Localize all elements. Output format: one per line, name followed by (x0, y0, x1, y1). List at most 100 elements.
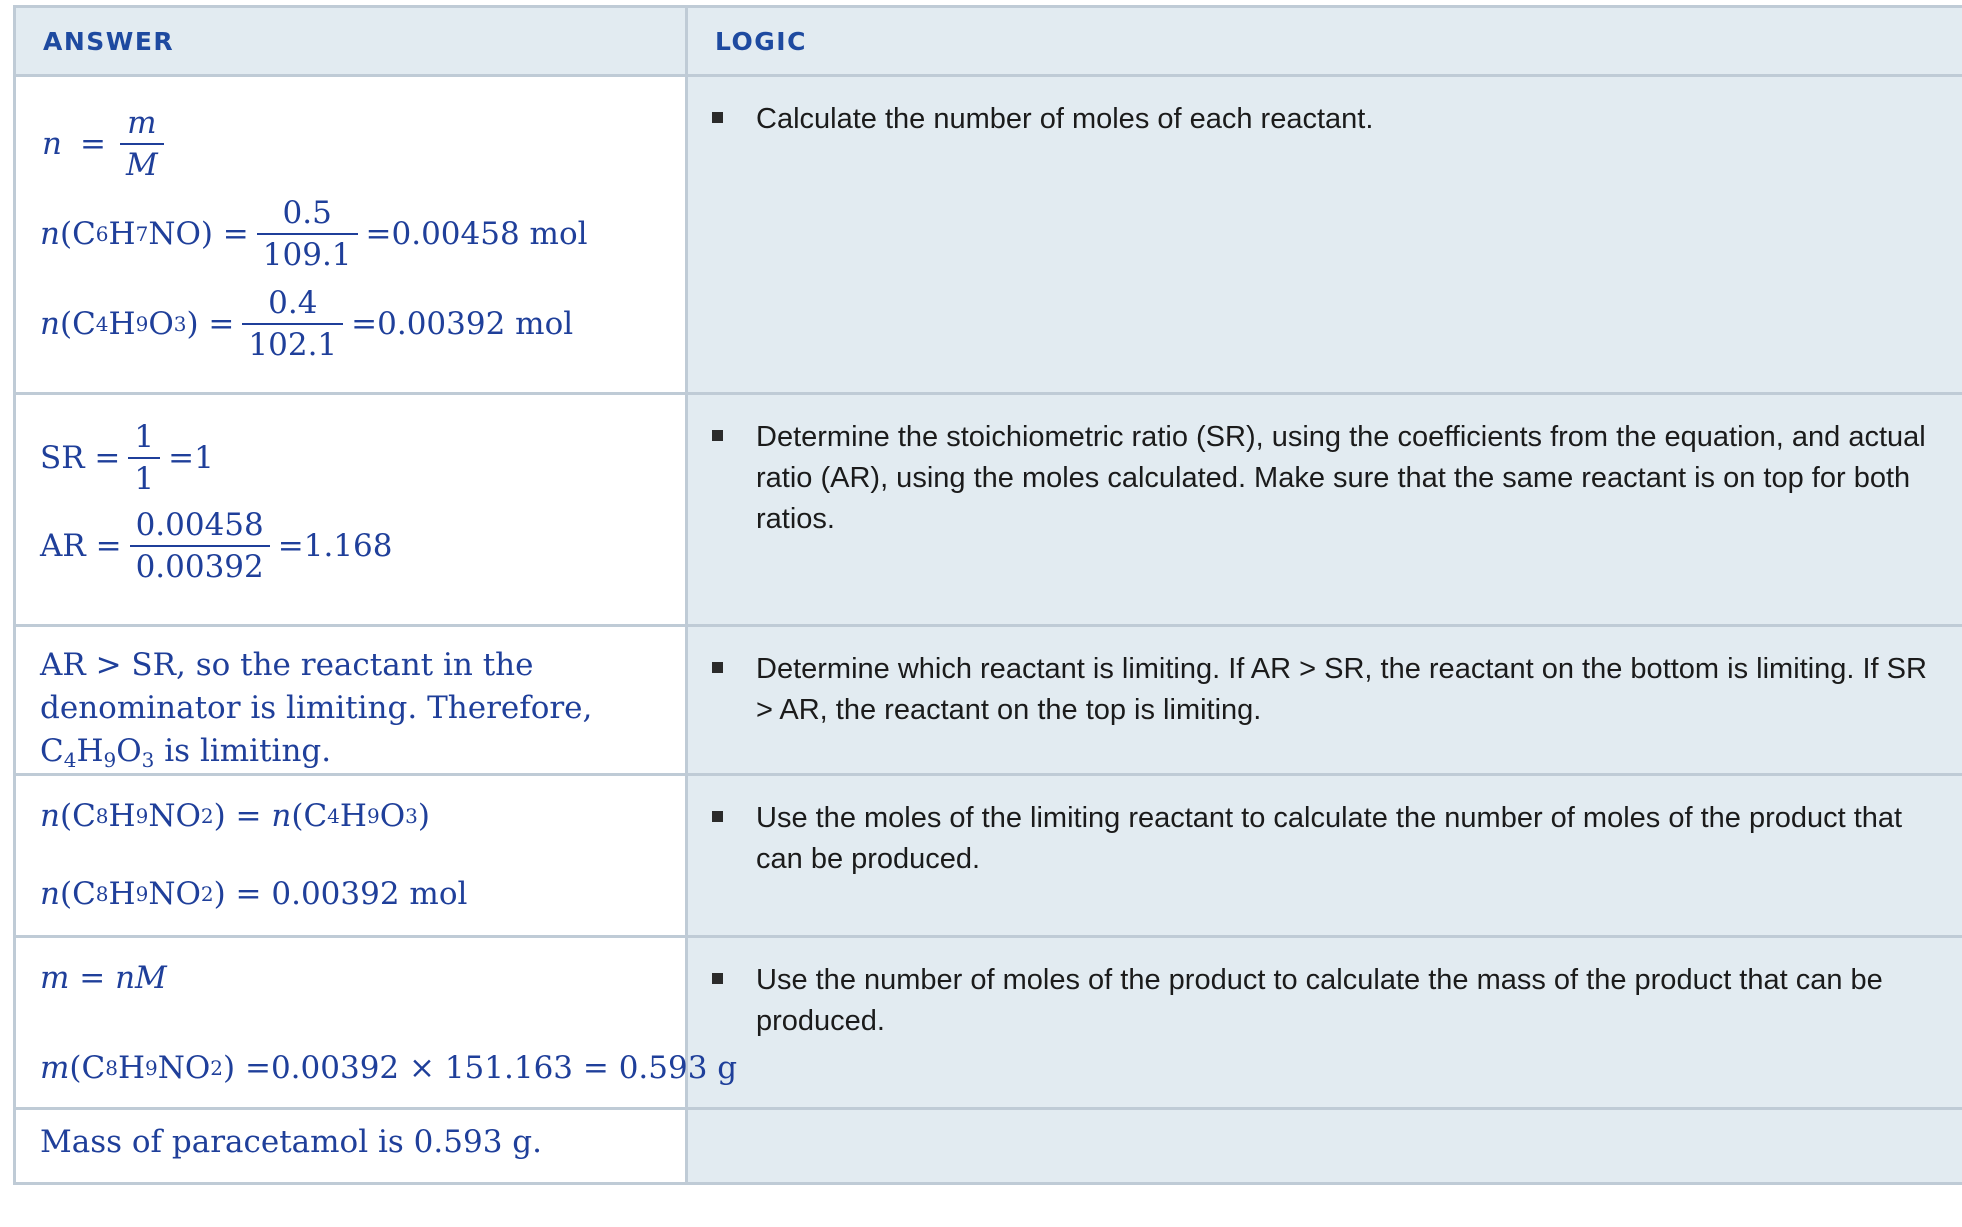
denominator: 102.1 (242, 323, 344, 365)
equation-term: NO (148, 876, 201, 912)
logic-cell: Calculate the number of moles of each re… (685, 74, 1962, 395)
equation-result: =1 (168, 440, 214, 476)
logic-cell: Use the moles of the limiting reactant t… (685, 773, 1962, 938)
logic-cell: Use the number of moles of the product t… (685, 935, 1962, 1110)
equation-line: n (C 8 H 9 NO 2) = n (C 4 H 9 O 3) (40, 798, 430, 834)
answer-cell: n (C 8 H 9 NO 2) = n (C 4 H 9 O 3) n (C 8 H 9 NO 2) = 0.00… (13, 773, 688, 938)
answer-text: AR > SR, so the reactant in the (40, 647, 534, 683)
bullet-item: Use the number of moles of the product t… (688, 938, 1962, 1042)
equation-term: H (108, 876, 136, 912)
logic-text: Use the number of moles of the product t… (756, 964, 1883, 1037)
equation-term: (C (291, 798, 328, 834)
numerator: 0.00458 (135, 507, 264, 543)
subscript: 3 (141, 748, 155, 772)
logic-text: Calculate the number of moles of each re… (756, 103, 1374, 135)
equation-term: SR = (40, 440, 121, 476)
table-row: n = m M n (C 6 H 7 NO) = 0.5 109.1 =0.00458 m… (13, 74, 1962, 395)
equation-term: H (117, 1050, 146, 1086)
equation-term: ) = (213, 798, 272, 834)
equation-term: H (108, 216, 136, 252)
answer-cell: Mass of paracetamol is 0.593 g. (13, 1107, 688, 1185)
denominator: M (119, 143, 164, 185)
equation-term: n (271, 798, 292, 834)
answer-text: denominator is limiting. Therefore, (40, 690, 593, 726)
numerator: m (127, 105, 157, 141)
numerator: 0.5 (282, 195, 332, 231)
logic-text: Determine the stoichiometric ratio (SR),… (756, 421, 1926, 535)
equation-term: (C (59, 798, 96, 834)
bullet-item: Use the moles of the limiting reactant t… (688, 776, 1962, 880)
equation-term: C (40, 733, 64, 769)
equation-term: H (108, 798, 136, 834)
bullet-item: Calculate the number of moles of each re… (688, 77, 1962, 140)
logic-cell: Determine the stoichiometric ratio (SR),… (685, 392, 1962, 627)
answer-cell: n = m M n (C 6 H 7 NO) = 0.5 109.1 =0.00458 m… (13, 74, 688, 395)
equation-line: n (C 8 H 9 NO 2) = 0.00392 mol (40, 876, 468, 912)
subscript: 4 (63, 748, 77, 772)
denominator: 109.1 (256, 233, 358, 275)
logic-text: Determine which reactant is limiting. If… (756, 653, 1927, 726)
bullet-icon (712, 811, 723, 822)
fraction: 0.4 102.1 (242, 283, 344, 365)
equation-term: ) =0.00392 × 151.163 = 0.593 g (223, 1050, 738, 1086)
bullet-item: Determine which reactant is limiting. If… (688, 627, 1962, 731)
equation-line: n (C 4 H 9 O 3) = 0.4 102.1 =0.00392 mol (40, 283, 574, 365)
equation-term: NO (157, 1050, 211, 1086)
table-row: AR > SR, so the reactant in the denomina… (13, 624, 1962, 776)
logic-text: Use the moles of the limiting reactant t… (756, 802, 1903, 875)
table-row: Mass of paracetamol is 0.593 g. (13, 1107, 1962, 1185)
equation-term: ) = 0.00392 mol (213, 876, 468, 912)
subscript: 9 (103, 748, 117, 772)
denominator: 1 (128, 457, 161, 499)
equation-term: H (76, 733, 104, 769)
answer-cell: SR = 1 1 =1 AR = 0.00458 0.00392 =1.168 (13, 392, 688, 627)
equation-term: n (40, 876, 60, 912)
logic-header: LOGIC (685, 5, 1962, 77)
equation-term: ) (417, 798, 430, 834)
equation-term: n (40, 798, 60, 834)
fraction: m M (119, 103, 164, 185)
answer-header: ANSWER (13, 5, 688, 77)
equation-result: =0.00392 mol (351, 306, 574, 342)
bullet-icon (712, 973, 723, 984)
equation-term: ) = (186, 306, 235, 342)
answer-paragraph: AR > SR, so the reactant in the denomina… (40, 627, 685, 773)
answer-cell: m = nM m (C 8 H 9 NO 2) =0.00392 × 151.163 = 0… (13, 935, 738, 1110)
equation-term: = (79, 126, 106, 162)
answer-text: Mass of paracetamol is 0.593 g. (40, 1124, 542, 1160)
equation-term: is limiting. (154, 733, 332, 769)
equation-term: (C (69, 1050, 106, 1086)
equation-term: O (379, 798, 406, 834)
denominator: 0.00392 (129, 545, 270, 587)
equation-line: m = nM (40, 960, 167, 996)
equation-term: H (339, 798, 367, 834)
equation-line: AR = 0.00458 0.00392 =1.168 (40, 505, 685, 587)
header-row: ANSWER LOGIC (13, 5, 1962, 77)
equation-term: n (40, 306, 60, 342)
equation-term: NO) = (148, 216, 249, 252)
equation-term: O (148, 306, 174, 342)
equation-result: =1.168 (277, 528, 393, 564)
numerator: 1 (134, 419, 155, 455)
equation-term: (C (59, 876, 96, 912)
equation-line: n = m M (40, 103, 685, 185)
answer-cell: AR > SR, so the reactant in the denomina… (13, 624, 688, 776)
equation-result: =0.00458 mol (365, 216, 588, 252)
table-row: n (C 8 H 9 NO 2) = n (C 4 H 9 O 3) n (C 8 H 9 NO 2) = 0.00… (13, 773, 1962, 938)
bullet-item: Determine the stoichiometric ratio (SR),… (688, 395, 1962, 540)
equation-term: NO (148, 798, 201, 834)
equation-term: O (116, 733, 142, 769)
equation-term: AR = (40, 528, 122, 564)
fraction: 1 1 (128, 417, 161, 499)
table-row: SR = 1 1 =1 AR = 0.00458 0.00392 =1.168 … (13, 392, 1962, 627)
fraction: 0.5 109.1 (256, 193, 358, 275)
fraction: 0.00458 0.00392 (129, 505, 270, 587)
logic-cell (685, 1107, 1962, 1185)
table-row: m = nM m (C 8 H 9 NO 2) =0.00392 × 151.163 = 0… (13, 935, 1962, 1110)
bullet-icon (712, 112, 723, 123)
answer-text: C4H9O3 is limiting. (40, 730, 685, 773)
equation-term: n (42, 126, 62, 162)
equation-line: m (C 8 H 9 NO 2) =0.00392 × 151.163 = 0.593 g (40, 1050, 738, 1086)
equation-term: (C (59, 216, 96, 252)
bullet-icon (712, 430, 723, 441)
